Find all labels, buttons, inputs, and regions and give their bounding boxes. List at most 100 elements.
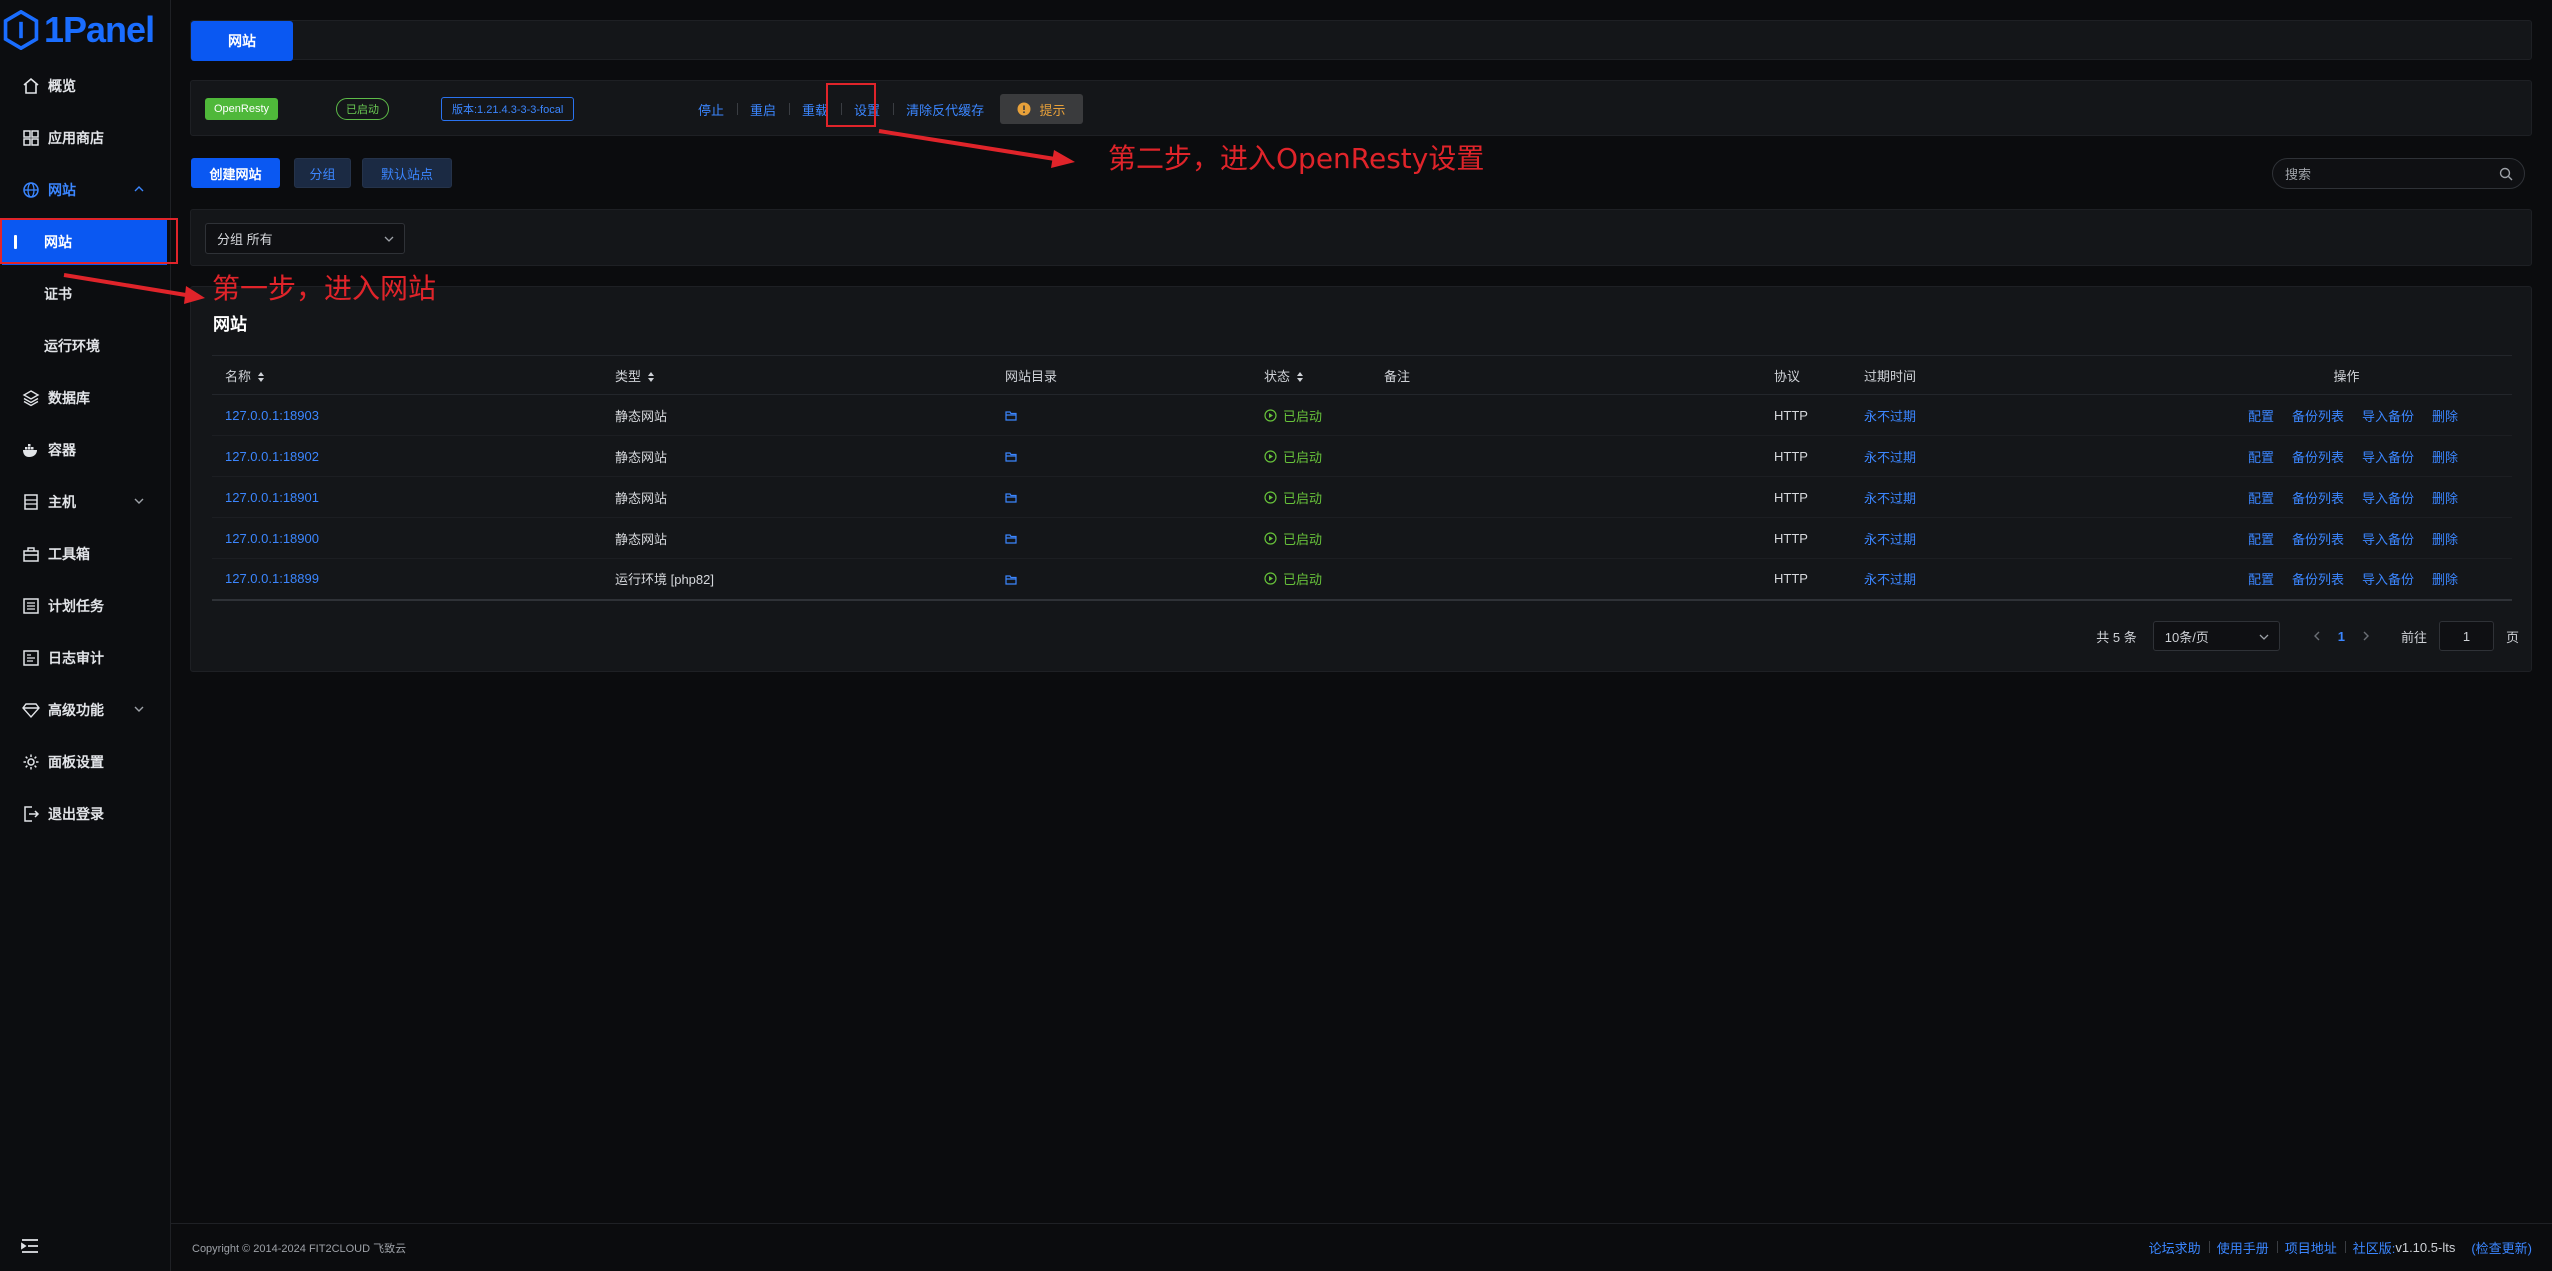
delete-button[interactable]: 删除 — [2432, 529, 2458, 548]
col-header-type[interactable]: 类型 — [602, 355, 992, 395]
site-remark[interactable] — [1371, 558, 1761, 601]
logout-icon — [24, 806, 40, 822]
import-backup-button[interactable]: 导入备份 — [2362, 406, 2414, 425]
website-table-card: 网站 名称 类型 网站目录 状态 备注 协议 过期时间 操作 127.0.0.1… — [190, 286, 2532, 672]
delete-button[interactable]: 删除 — [2432, 447, 2458, 466]
folder-icon[interactable] — [1005, 534, 1017, 544]
import-backup-button[interactable]: 导入备份 — [2362, 529, 2414, 548]
sidebar-item-host[interactable]: 主机 — [0, 476, 171, 528]
manual-link[interactable]: 使用手册 — [2209, 1238, 2278, 1257]
group-button[interactable]: 分组 — [294, 158, 351, 188]
sidebar-item-advanced[interactable]: 高级功能 — [0, 684, 171, 736]
import-backup-button[interactable]: 导入备份 — [2362, 569, 2414, 588]
total-count: 共 5 条 — [2096, 629, 2137, 645]
forum-link[interactable]: 论坛求助 — [2141, 1238, 2210, 1257]
delete-button[interactable]: 删除 — [2432, 488, 2458, 507]
sort-icon — [258, 372, 265, 383]
page-number-current[interactable]: 1 — [2338, 629, 2345, 644]
import-backup-button[interactable]: 导入备份 — [2362, 447, 2414, 466]
collapse-menu-icon[interactable] — [20, 1236, 40, 1256]
site-name-link[interactable]: 127.0.0.1:18900 — [225, 531, 319, 546]
import-backup-button[interactable]: 导入备份 — [2362, 488, 2414, 507]
site-remark[interactable] — [1371, 394, 1761, 436]
col-header-ops: 操作 — [2181, 355, 2512, 395]
prev-page-icon[interactable] — [2310, 629, 2324, 643]
group-select[interactable]: 分组 所有 — [205, 223, 405, 254]
site-name-link[interactable]: 127.0.0.1:18899 — [225, 571, 319, 586]
config-button[interactable]: 配置 — [2248, 488, 2274, 507]
backup-list-button[interactable]: 备份列表 — [2292, 406, 2344, 425]
col-header-remark: 备注 — [1371, 355, 1761, 395]
sidebar-item-panel-settings[interactable]: 面板设置 — [0, 736, 171, 788]
goto-page-input[interactable]: 1 — [2438, 621, 2494, 651]
goto-label: 前往 — [2400, 629, 2427, 645]
site-name-link[interactable]: 127.0.0.1:18902 — [225, 449, 319, 464]
server-icon — [24, 494, 38, 510]
site-remark[interactable] — [1371, 476, 1761, 518]
site-status[interactable]: 已启动 — [1264, 447, 1371, 466]
site-name-link[interactable]: 127.0.0.1:18901 — [225, 490, 319, 505]
page-size-select[interactable]: 10条/页 — [2152, 621, 2280, 651]
delete-button[interactable]: 删除 — [2432, 569, 2458, 588]
col-header-protocol: 协议 — [1761, 355, 1851, 395]
next-page-icon[interactable] — [2359, 629, 2373, 643]
default-site-button[interactable]: 默认站点 — [362, 158, 452, 188]
sidebar-item-label: 网站 — [48, 182, 76, 198]
site-status[interactable]: 已启动 — [1264, 488, 1371, 507]
col-header-status[interactable]: 状态 — [1251, 355, 1371, 395]
site-status[interactable]: 已启动 — [1264, 529, 1371, 548]
check-update-link[interactable]: (检查更新) — [2463, 1238, 2540, 1257]
backup-list-button[interactable]: 备份列表 — [2292, 488, 2344, 507]
gear-icon — [23, 754, 39, 770]
layers-icon — [22, 390, 40, 407]
config-button[interactable]: 配置 — [2248, 569, 2274, 588]
sidebar-item-certificate[interactable]: 证书 — [0, 268, 171, 320]
backup-list-button[interactable]: 备份列表 — [2292, 569, 2344, 588]
site-expire-link[interactable]: 永不过期 — [1864, 532, 1916, 547]
sidebar-item-runtime[interactable]: 运行环境 — [0, 320, 171, 372]
backup-list-button[interactable]: 备份列表 — [2292, 529, 2344, 548]
search-input[interactable]: 搜索 — [2272, 158, 2525, 189]
col-header-name[interactable]: 名称 — [212, 355, 602, 395]
sidebar-item-logout[interactable]: 退出登录 — [0, 788, 171, 840]
sidebar-item-website-group[interactable]: 网站 — [0, 164, 171, 216]
site-status[interactable]: 已启动 — [1264, 406, 1371, 425]
folder-icon[interactable] — [1005, 493, 1017, 503]
tab-website[interactable]: 网站 — [191, 21, 293, 61]
site-expire-link[interactable]: 永不过期 — [1864, 491, 1916, 506]
stop-button[interactable]: 停止 — [685, 100, 737, 119]
folder-icon[interactable] — [1005, 411, 1017, 421]
sidebar-item-container[interactable]: 容器 — [0, 424, 171, 476]
site-remark[interactable] — [1371, 517, 1761, 559]
restart-button[interactable]: 重启 — [737, 100, 789, 119]
site-expire-link[interactable]: 永不过期 — [1864, 572, 1916, 587]
site-remark[interactable] — [1371, 435, 1761, 477]
folder-icon[interactable] — [1005, 575, 1017, 585]
config-button[interactable]: 配置 — [2248, 447, 2274, 466]
site-expire-link[interactable]: 永不过期 — [1864, 450, 1916, 465]
sidebar-item-app-store[interactable]: 应用商店 — [0, 112, 171, 164]
delete-button[interactable]: 删除 — [2432, 406, 2458, 425]
config-button[interactable]: 配置 — [2248, 529, 2274, 548]
project-link[interactable]: 项目地址 — [2277, 1238, 2346, 1257]
sidebar-item-label: 应用商店 — [48, 130, 104, 146]
site-name-link[interactable]: 127.0.0.1:18903 — [225, 408, 319, 423]
sidebar-item-cronjob[interactable]: 计划任务 — [0, 580, 171, 632]
clear-proxy-cache-button[interactable]: 清除反代缓存 — [893, 100, 997, 119]
create-website-button[interactable]: 创建网站 — [191, 158, 280, 188]
folder-icon[interactable] — [1005, 452, 1017, 462]
backup-list-button[interactable]: 备份列表 — [2292, 447, 2344, 466]
config-button[interactable]: 配置 — [2248, 406, 2274, 425]
site-status[interactable]: 已启动 — [1264, 569, 1371, 588]
site-type: 静态网站 — [615, 531, 668, 547]
sidebar-item-overview[interactable]: 概览 — [0, 60, 171, 112]
annotation-box-website-menu — [0, 218, 178, 264]
row-actions: 配置 备份列表 导入备份 删除 — [2194, 529, 2512, 548]
hint-button[interactable]: 提示 — [1000, 94, 1083, 124]
sidebar-item-log-audit[interactable]: 日志审计 — [0, 632, 171, 684]
sidebar-item-database[interactable]: 数据库 — [0, 372, 171, 424]
sidebar-item-label: 运行环境 — [44, 338, 100, 354]
site-expire-link[interactable]: 永不过期 — [1864, 409, 1916, 424]
sidebar-item-toolbox[interactable]: 工具箱 — [0, 528, 171, 580]
logo[interactable]: 1Panel — [0, 6, 171, 54]
